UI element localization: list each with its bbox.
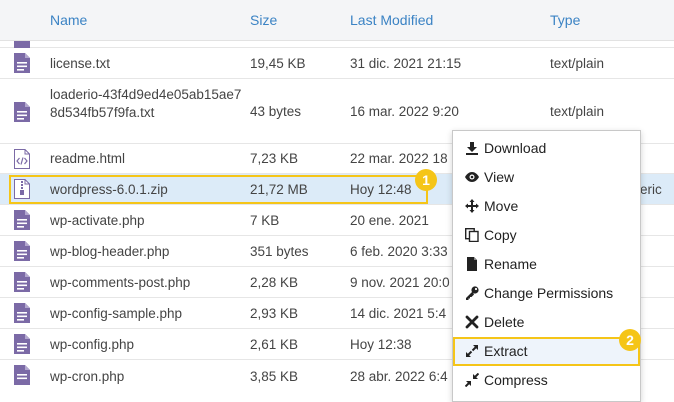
extract-icon [466, 345, 478, 357]
text-file-icon [14, 241, 30, 261]
context-menu: Download View Move Copy Rename Change Pe… [452, 130, 641, 402]
text-file-icon [14, 210, 30, 230]
file-name[interactable]: license.txt [50, 56, 245, 72]
html-file-icon [14, 149, 30, 169]
file-name[interactable]: readme.html [50, 151, 245, 167]
column-header-name[interactable]: Name [50, 12, 87, 28]
menu-item-download[interactable]: Download [453, 134, 640, 163]
menu-item-delete[interactable]: Delete [453, 308, 640, 337]
download-icon [466, 142, 478, 155]
file-modified: 16 mar. 2022 9:20 [350, 104, 459, 119]
file-modified: Hoy 12:38 [350, 337, 412, 352]
copy-icon [465, 228, 479, 242]
menu-label: Rename [484, 256, 537, 272]
text-file-icon [14, 303, 30, 323]
menu-item-extract[interactable]: Extract [453, 337, 640, 366]
file-modified: 31 dic. 2021 21:15 [350, 56, 462, 71]
menu-label: Download [484, 140, 547, 156]
menu-label: Change Permissions [484, 285, 614, 301]
column-header-type[interactable]: Type [550, 12, 580, 28]
file-type: text/plain [550, 104, 605, 119]
menu-item-rename[interactable]: Rename [453, 250, 640, 279]
rename-icon [467, 257, 477, 271]
menu-item-move[interactable]: Move [453, 192, 640, 221]
file-size: 3,85 KB [250, 369, 299, 384]
menu-label: Extract [484, 343, 528, 359]
file-modified: 9 nov. 2021 20:0 [350, 275, 450, 290]
file-type: eric [640, 182, 662, 197]
file-modified: 22 mar. 2022 18 [350, 151, 448, 166]
eye-icon [465, 172, 479, 182]
table-row[interactable]: license.txt 19,45 KB 31 dic. 2021 21:15 … [0, 48, 674, 79]
delete-icon [465, 315, 479, 329]
text-file-icon [14, 365, 30, 385]
file-modified: 6 feb. 2020 3:33 [350, 244, 448, 259]
text-file-icon [14, 334, 30, 354]
file-name[interactable]: loaderio-43f4d9ed4e05ab15ae78d534fb57f9f… [50, 86, 242, 122]
file-name[interactable]: wp-config.php [50, 337, 245, 353]
file-modified: 20 ene. 2021 [350, 213, 429, 228]
menu-label: Move [484, 198, 519, 214]
compress-icon [465, 373, 479, 387]
key-icon [466, 286, 479, 300]
menu-label: View [484, 169, 515, 185]
column-header-last-modified[interactable]: Last Modified [350, 12, 433, 28]
move-icon [465, 199, 479, 213]
text-file-icon [14, 102, 30, 122]
file-modified: 28 abr. 2022 6:4 [350, 369, 448, 384]
file-name[interactable]: wp-config-sample.php [50, 306, 245, 322]
selected-file-highlight [9, 175, 428, 204]
file-name[interactable]: wp-comments-post.php [50, 275, 245, 291]
text-file-icon [14, 53, 30, 73]
file-size: 7 KB [250, 213, 280, 228]
step-badge-2: 2 [619, 329, 641, 351]
file-size: 2,28 KB [250, 275, 299, 290]
file-name[interactable]: wp-cron.php [50, 369, 245, 385]
file-type: text/plain [550, 56, 605, 71]
file-size: 43 bytes [250, 104, 302, 119]
menu-label: Delete [484, 314, 525, 330]
file-size: 7,23 KB [250, 151, 299, 166]
menu-item-change-permissions[interactable]: Change Permissions [453, 279, 640, 308]
file-modified: 14 dic. 2021 5:4 [350, 306, 447, 321]
file-name[interactable]: wp-blog-header.php [50, 244, 245, 260]
menu-item-copy[interactable]: Copy [453, 221, 640, 250]
menu-item-view[interactable]: View [453, 163, 640, 192]
file-size: 2,93 KB [250, 306, 299, 321]
file-size: 351 bytes [250, 244, 309, 259]
step-badge-1: 1 [415, 169, 437, 191]
file-size: 2,61 KB [250, 337, 299, 352]
menu-label: Copy [484, 227, 517, 243]
file-name[interactable]: wp-activate.php [50, 213, 245, 229]
table-header: Name Size Last Modified Type [0, 0, 674, 41]
menu-item-compress[interactable]: Compress [453, 366, 640, 395]
text-file-icon [14, 272, 30, 292]
column-header-size[interactable]: Size [250, 12, 277, 28]
file-size: 19,45 KB [250, 56, 306, 71]
